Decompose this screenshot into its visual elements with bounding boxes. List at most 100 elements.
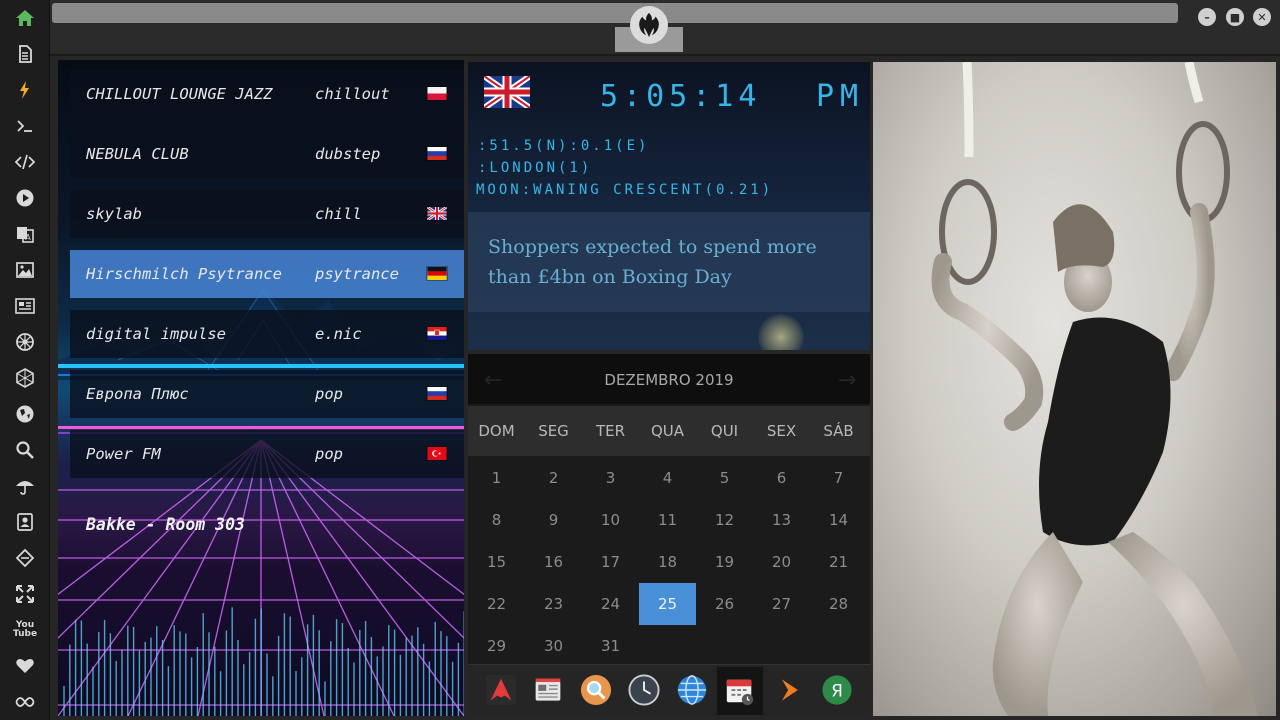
- newspaper-icon[interactable]: [0, 288, 50, 324]
- close-icon[interactable]: ✕: [1253, 8, 1271, 26]
- calendar-day[interactable]: 17: [582, 541, 639, 583]
- address-bar[interactable]: [52, 3, 1178, 23]
- calendar-day[interactable]: 12: [696, 499, 753, 541]
- calendar-day[interactable]: 4: [639, 457, 696, 499]
- heart-icon[interactable]: [0, 648, 50, 684]
- empire-icon[interactable]: [0, 324, 50, 360]
- audio-visualizer: [63, 607, 464, 716]
- calendar-day[interactable]: 18: [639, 541, 696, 583]
- calendar-day[interactable]: 14: [810, 499, 867, 541]
- station-genre: psytrance: [315, 265, 399, 283]
- top-bar: – ■ ✕: [50, 0, 1280, 56]
- web-browser-icon[interactable]: [675, 673, 709, 707]
- news-box[interactable]: Shoppers expected to spend more than £4b…: [468, 212, 870, 312]
- radio-panel: CHILLOUT LOUNGE JAZZ chillout NEBULA CLU…: [58, 60, 464, 716]
- maximize-icon[interactable]: ■: [1226, 8, 1244, 26]
- arch-linux-icon[interactable]: [484, 673, 518, 707]
- globe-icon[interactable]: [0, 396, 50, 432]
- station-row-selected[interactable]: Hirschmilch Psytrance psytrance: [70, 250, 464, 298]
- media-player-icon[interactable]: [772, 673, 806, 707]
- uk-flag-icon: [426, 206, 448, 221]
- weekday-label: QUI: [710, 422, 739, 440]
- search-app-icon[interactable]: [579, 673, 613, 707]
- moon-phase-text: MOON:WANING CRESCENT(0.21): [476, 182, 774, 198]
- calendar-app-icon[interactable]: [717, 667, 763, 715]
- expand-icon[interactable]: [0, 576, 50, 612]
- lightning-icon[interactable]: [0, 72, 50, 108]
- calendar-day[interactable]: 26: [696, 583, 753, 625]
- station-row[interactable]: digital impulse e.nic: [70, 310, 464, 358]
- weekday-label: SEX: [766, 422, 797, 440]
- calendar-weekdays: DOM SEG TER QUA QUI SEX SÁB: [468, 406, 870, 456]
- calendar-day[interactable]: 5: [696, 457, 753, 499]
- calendar-day[interactable]: 23: [525, 583, 582, 625]
- calendar-day[interactable]: 7: [810, 457, 867, 499]
- umbrella-icon[interactable]: [0, 468, 50, 504]
- code-icon[interactable]: [0, 144, 50, 180]
- calendar-panel: ← DEZEMBRO 2019 → DOM SEG TER QUA QUI SE…: [468, 354, 870, 716]
- station-genre: dubstep: [315, 145, 381, 163]
- minimize-icon[interactable]: –: [1198, 8, 1216, 26]
- clock-app-icon[interactable]: [627, 673, 661, 707]
- weekday-label: TER: [595, 422, 626, 440]
- calendar-day[interactable]: 15: [468, 541, 525, 583]
- calendar-day[interactable]: 31: [582, 625, 639, 667]
- coordinates-text: :51.5(N):0.1(E): [478, 138, 650, 154]
- station-name: skylab: [86, 205, 142, 223]
- calendar-day-today[interactable]: 25: [639, 583, 696, 625]
- chevron-right-icon[interactable]: →: [838, 368, 856, 393]
- hexagon-icon[interactable]: [0, 360, 50, 396]
- now-playing-title: Bakke - Room 303: [86, 515, 245, 534]
- croatia-flag-icon: [426, 326, 448, 341]
- youtube-icon[interactable]: You Tube: [0, 612, 50, 648]
- germany-flag-icon: [426, 266, 448, 281]
- news-app-icon[interactable]: [531, 673, 565, 707]
- infinity-icon[interactable]: [0, 684, 50, 720]
- clock-panel: 5:05:14 PM :51.5(N):0.1(E) :LONDON(1) MO…: [468, 62, 870, 350]
- station-row[interactable]: Европа Плюс pop: [70, 370, 464, 418]
- calendar-day[interactable]: 21: [810, 541, 867, 583]
- document-icon[interactable]: [0, 36, 50, 72]
- calendar-day[interactable]: 29: [468, 625, 525, 667]
- station-row[interactable]: CHILLOUT LOUNGE JAZZ chillout: [70, 70, 464, 118]
- terminal-icon[interactable]: [0, 108, 50, 144]
- calendar-day[interactable]: 1: [468, 457, 525, 499]
- calendar-month-label: DEZEMBRO 2019: [604, 371, 734, 389]
- uk-flag-icon: [484, 76, 530, 108]
- play-icon[interactable]: [0, 180, 50, 216]
- calendar-day[interactable]: 20: [753, 541, 810, 583]
- moon-glow: [758, 314, 804, 350]
- home-icon[interactable]: [0, 0, 50, 36]
- calendar-day[interactable]: 22: [468, 583, 525, 625]
- translate-icon[interactable]: A: [0, 216, 50, 252]
- calendar-day[interactable]: 16: [525, 541, 582, 583]
- calendar-day[interactable]: 3: [582, 457, 639, 499]
- calendar-day[interactable]: 8: [468, 499, 525, 541]
- yandex-icon[interactable]: Я: [820, 673, 854, 707]
- station-row[interactable]: NEBULA CLUB dubstep: [70, 130, 464, 178]
- calendar-day[interactable]: 28: [810, 583, 867, 625]
- calendar-day[interactable]: 24: [582, 583, 639, 625]
- calendar-day[interactable]: 11: [639, 499, 696, 541]
- desktop-app: A You Tube – ■ ✕ CHILLOUT LOUNGE JAZZ ch…: [0, 0, 1280, 720]
- calendar-day[interactable]: 19: [696, 541, 753, 583]
- contact-icon[interactable]: [0, 504, 50, 540]
- sidebar: A You Tube: [0, 0, 50, 720]
- calendar-day[interactable]: 27: [753, 583, 810, 625]
- station-row[interactable]: Power FM pop: [70, 430, 464, 478]
- calendar-day[interactable]: 9: [525, 499, 582, 541]
- gem-icon[interactable]: [0, 540, 50, 576]
- yandex-label: Я: [831, 681, 843, 701]
- image-icon[interactable]: [0, 252, 50, 288]
- calendar-day[interactable]: 2: [525, 457, 582, 499]
- calendar-day[interactable]: 30: [525, 625, 582, 667]
- search-icon[interactable]: [0, 432, 50, 468]
- rebel-alliance-icon[interactable]: [630, 6, 668, 44]
- calendar-header: ← DEZEMBRO 2019 →: [468, 354, 870, 404]
- calendar-day[interactable]: 6: [753, 457, 810, 499]
- location-text: :LONDON(1): [478, 160, 593, 176]
- calendar-day[interactable]: 10: [582, 499, 639, 541]
- station-row[interactable]: skylab chill: [70, 190, 464, 238]
- calendar-day[interactable]: 13: [753, 499, 810, 541]
- news-headline[interactable]: Shoppers expected to spend more than £4b…: [488, 232, 858, 292]
